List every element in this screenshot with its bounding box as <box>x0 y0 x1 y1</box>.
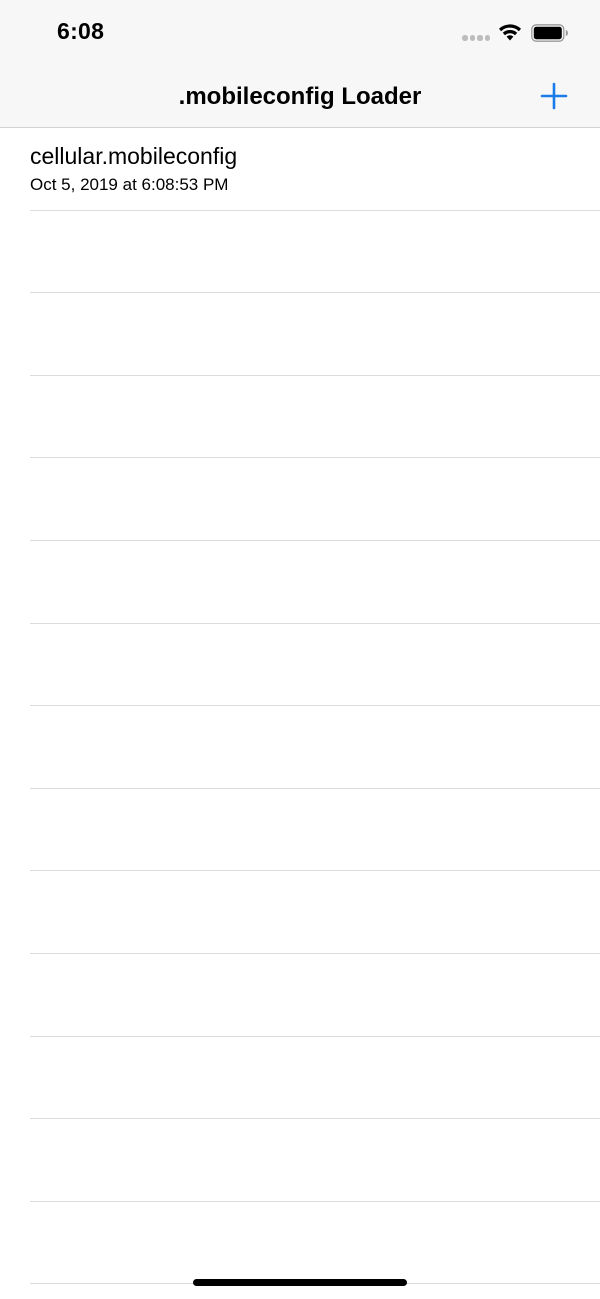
page-title: .mobileconfig Loader <box>178 83 422 110</box>
list-item-subtitle: Oct 5, 2019 at 6:08:53 PM <box>30 175 229 194</box>
status-time: 6:08 <box>57 18 105 44</box>
empty-list-row <box>30 1037 600 1120</box>
signal-dot <box>484 35 490 41</box>
empty-list-row <box>30 541 600 624</box>
battery-icon <box>531 24 568 42</box>
empty-list-row <box>30 1119 600 1202</box>
empty-list-row <box>30 871 600 954</box>
signal-dot <box>469 35 475 41</box>
cellular-signal-icon <box>462 35 490 42</box>
list-item-title: cellular.mobileconfig <box>30 143 238 169</box>
empty-list-row <box>30 376 600 459</box>
empty-list-row <box>30 1202 600 1285</box>
empty-list-row <box>30 211 600 294</box>
empty-list-row <box>30 789 600 872</box>
signal-dot <box>477 35 483 41</box>
add-button[interactable] <box>536 78 572 114</box>
plus-icon <box>540 82 568 110</box>
wifi-icon <box>499 24 521 41</box>
empty-list-row <box>30 624 600 707</box>
app-screen: 6:08 .mobileconfig Loader cellular.mobil… <box>0 0 600 1299</box>
empty-list-row <box>30 706 600 789</box>
empty-list-row <box>30 458 600 541</box>
navigation-bar: .mobileconfig Loader <box>0 64 600 128</box>
empty-list-row <box>30 293 600 376</box>
profile-list: cellular.mobileconfig Oct 5, 2019 at 6:0… <box>0 128 600 1285</box>
list-item[interactable]: cellular.mobileconfig Oct 5, 2019 at 6:0… <box>30 128 600 211</box>
top-chrome: 6:08 .mobileconfig Loader <box>0 0 600 128</box>
signal-dot <box>462 35 468 41</box>
empty-list-row <box>30 954 600 1037</box>
home-indicator[interactable] <box>193 1279 407 1286</box>
status-bar: 6:08 <box>0 0 600 64</box>
